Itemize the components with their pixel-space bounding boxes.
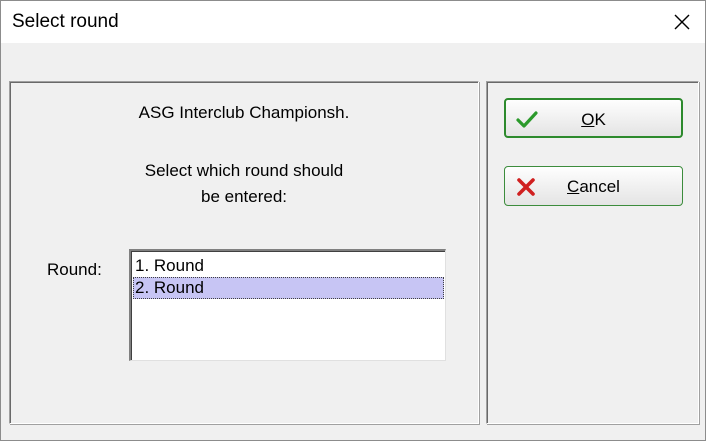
close-icon xyxy=(674,14,690,30)
cancel-button-label: Cancel xyxy=(567,177,620,196)
close-button[interactable] xyxy=(659,1,705,43)
prompt-line-2: be entered: xyxy=(200,187,288,206)
cancel-button[interactable]: Cancel xyxy=(504,166,683,206)
window-title: Select round xyxy=(12,11,119,32)
championship-name: ASG Interclub Championsh. xyxy=(138,103,350,122)
dialog-window: Select round ASG Interclub Championsh. S… xyxy=(0,0,706,441)
list-item-round-2[interactable]: 2. Round xyxy=(133,277,444,299)
prompt-line-1: Select which round should xyxy=(144,161,344,180)
ok-button-label: OK xyxy=(581,110,606,129)
round-listbox[interactable]: 1. Round 2. Round xyxy=(129,249,446,361)
round-label: Round: xyxy=(47,260,102,279)
list-item-round-1[interactable]: 1. Round xyxy=(133,255,444,277)
ok-button[interactable]: OK xyxy=(504,98,683,138)
title-bar[interactable]: Select round xyxy=(1,1,705,43)
